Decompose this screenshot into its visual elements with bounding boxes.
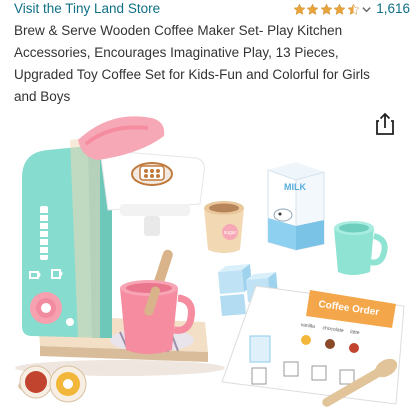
machine-lid: [78, 116, 165, 160]
coffee-pod: [131, 162, 173, 186]
milk-carton: MILK: [267, 162, 325, 251]
product-title: Brew & Serve Wooden Coffee Maker Set- Pl…: [14, 23, 370, 104]
star-icon: [306, 3, 319, 15]
review-count[interactable]: 1,616: [376, 0, 410, 18]
sugar-label: sugar: [224, 230, 237, 236]
header-row: Visit the Tiny Land Store 1,616: [14, 0, 410, 20]
sugar-cup: sugar: [204, 201, 244, 253]
order-card: Coffee Order vanilla chocolate latte: [221, 285, 405, 405]
rating-summary[interactable]: 1,616: [293, 0, 410, 18]
milk-label: MILK: [284, 182, 306, 192]
product-image[interactable]: sugar MILK Coffee Order vanilla chocolat…: [0, 100, 420, 420]
star-icon: [293, 3, 306, 15]
half-star-icon: [347, 3, 360, 15]
coffee-machine: [22, 136, 112, 338]
star-icon: [333, 3, 346, 15]
teal-mug: [334, 221, 388, 275]
chevron-down-icon[interactable]: [361, 4, 372, 15]
star-icon: [320, 3, 333, 15]
store-link[interactable]: Visit the Tiny Land Store: [14, 0, 160, 18]
star-rating[interactable]: [293, 3, 361, 16]
